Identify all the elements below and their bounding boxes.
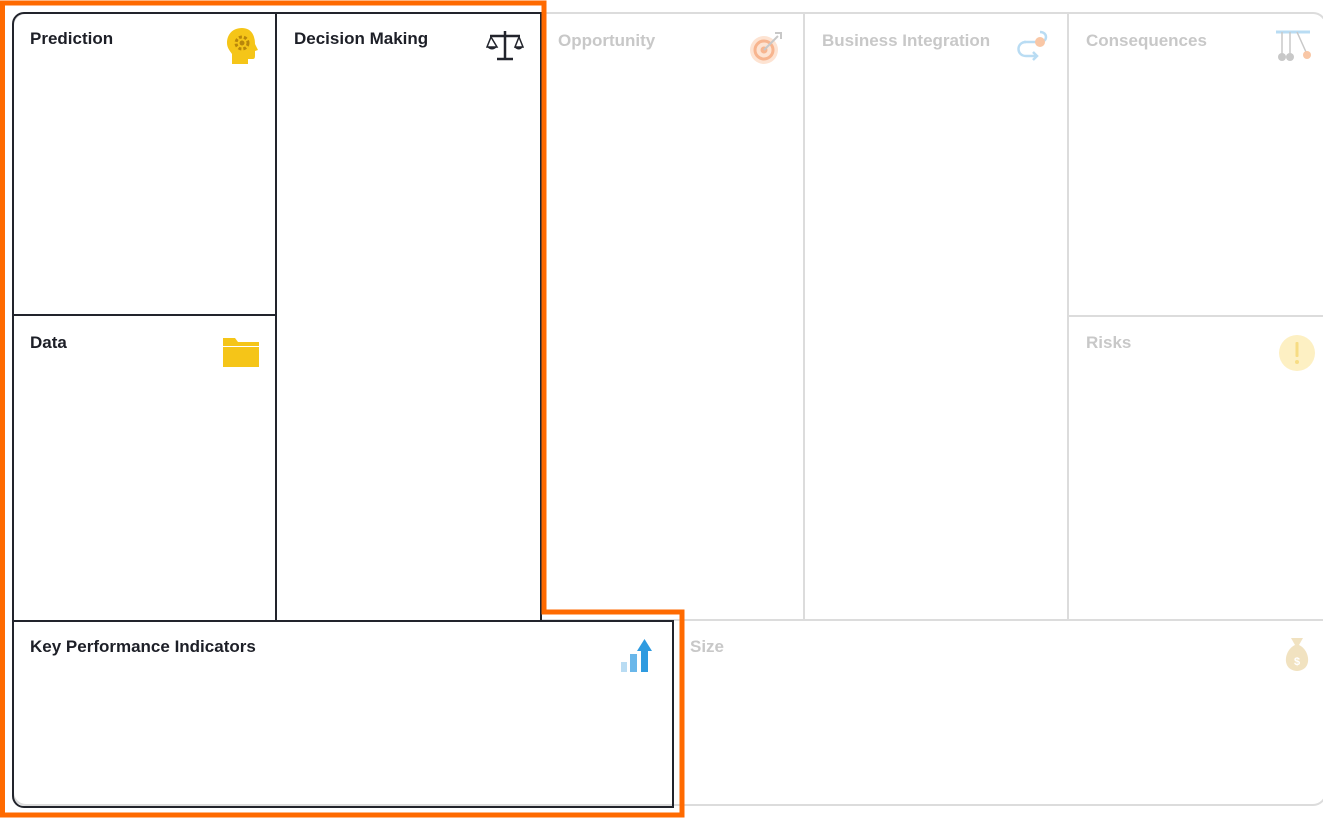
balance-scale-icon: [486, 31, 524, 61]
folder-icon: [223, 338, 259, 367]
consequences-cell[interactable]: Consequences: [1068, 14, 1323, 316]
opportunity-cell[interactable]: Opportunity: [540, 14, 804, 620]
consequences-title: Consequences: [1086, 31, 1207, 50]
business-integration-title: Business Integration: [822, 31, 991, 50]
size-cell[interactable]: Size $: [672, 620, 1323, 806]
bar-chart-up-icon: [621, 639, 652, 672]
flow-arrow-icon: [1017, 30, 1048, 61]
opportunity-title: Opportunity: [558, 31, 656, 50]
money-bag-icon: $: [1285, 638, 1309, 671]
ml-canvas: Opportunity Business Integration Consequ…: [0, 0, 1323, 820]
prediction-cell[interactable]: Prediction: [12, 12, 276, 316]
decision-making-title: Decision Making: [294, 29, 429, 48]
risks-title: Risks: [1086, 333, 1132, 352]
kpi-cell[interactable]: Key Performance Indicators: [12, 620, 674, 808]
exclamation-icon: [1279, 335, 1315, 371]
kpi-title: Key Performance Indicators: [30, 637, 256, 656]
pendulum-icon: [1276, 30, 1311, 61]
data-title: Data: [30, 333, 67, 352]
head-gear-icon: [227, 28, 258, 64]
data-cell[interactable]: Data: [12, 316, 276, 622]
risks-cell[interactable]: Risks: [1068, 316, 1323, 620]
decision-making-cell[interactable]: Decision Making: [276, 12, 542, 622]
target-icon: [750, 32, 782, 64]
svg-text:$: $: [1294, 656, 1300, 668]
business-integration-cell[interactable]: Business Integration: [804, 14, 1068, 620]
prediction-title: Prediction: [30, 29, 114, 48]
size-title: Size: [690, 637, 725, 656]
